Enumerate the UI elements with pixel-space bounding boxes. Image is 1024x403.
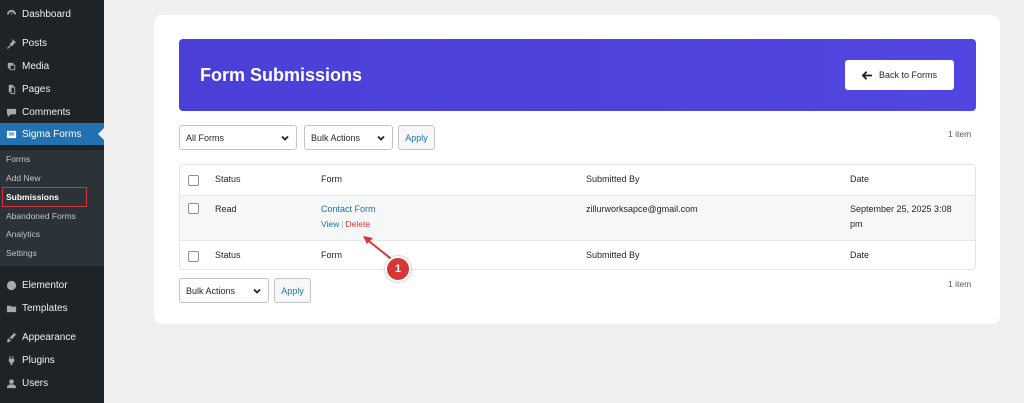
- menu-label: Dashboard: [22, 8, 71, 20]
- row-submitted-by: zillurworksapce@gmail.com: [586, 204, 698, 214]
- menu-label: Templates: [22, 302, 68, 314]
- column-header-submitted-by[interactable]: Submitted By: [586, 174, 640, 184]
- menu-posts[interactable]: Posts: [0, 32, 104, 54]
- menu-label: Users: [22, 377, 49, 389]
- menu-label: Plugins: [22, 354, 55, 366]
- dashboard-icon: [5, 8, 17, 20]
- row-date-line2: pm: [850, 219, 863, 229]
- bulk-actions-value: Bulk Actions: [186, 285, 236, 296]
- row-date-line1: September 25, 2025 3:08: [850, 204, 952, 214]
- menu-elementor[interactable]: Elementor: [0, 274, 104, 296]
- select-all-checkbox-footer[interactable]: [188, 251, 199, 262]
- submissions-highlight-box: [2, 187, 87, 207]
- form-filter-select[interactable]: All Forms: [179, 125, 297, 150]
- row-checkbox[interactable]: [188, 203, 199, 214]
- menu-label: Posts: [22, 37, 48, 49]
- page-header-banner: Form Submissions Back to Forms: [179, 39, 976, 111]
- table-row: [180, 195, 975, 241]
- plugin-icon: [5, 354, 17, 366]
- arrow-left-icon: [861, 70, 873, 80]
- submenu-add-new[interactable]: Add New: [6, 173, 41, 183]
- column-footer-status[interactable]: Status: [215, 250, 241, 260]
- apply-button[interactable]: Apply: [398, 125, 435, 150]
- select-all-checkbox[interactable]: [188, 175, 199, 186]
- submissions-table: Status Form Submitted By Date Read Conta…: [179, 164, 976, 270]
- menu-comments[interactable]: Comments: [0, 101, 104, 123]
- row-status: Read: [215, 204, 237, 214]
- menu-plugins[interactable]: Plugins: [0, 349, 104, 371]
- sigma-forms-submenu: Forms Add New Submissions Abandoned Form…: [0, 150, 104, 266]
- form-filter-value: All Forms: [186, 132, 224, 143]
- menu-label: Comments: [22, 106, 71, 118]
- bulk-actions-select[interactable]: Bulk Actions: [304, 125, 393, 150]
- column-header-status[interactable]: Status: [215, 174, 241, 184]
- annotation-badge: 1: [385, 256, 411, 282]
- row-form-link[interactable]: Contact Form: [321, 204, 376, 214]
- pin-icon: [5, 37, 17, 49]
- column-footer-submitted-by[interactable]: Submitted By: [586, 250, 640, 260]
- menu-media[interactable]: Media: [0, 55, 104, 77]
- submenu-analytics[interactable]: Analytics: [6, 229, 40, 239]
- menu-label: Elementor: [22, 279, 68, 291]
- menu-label: Appearance: [22, 331, 76, 343]
- comment-icon: [5, 106, 17, 118]
- chevron-down-icon: [376, 133, 386, 143]
- column-header-date[interactable]: Date: [850, 174, 869, 184]
- bulk-actions-value: Bulk Actions: [311, 132, 361, 143]
- chevron-down-icon: [252, 286, 262, 296]
- forms-icon: [5, 128, 17, 140]
- submenu-abandoned-forms[interactable]: Abandoned Forms: [6, 211, 76, 221]
- chevron-down-icon: [280, 133, 290, 143]
- menu-pages[interactable]: Pages: [0, 78, 104, 100]
- submenu-forms[interactable]: Forms: [6, 154, 30, 164]
- column-header-form[interactable]: Form: [321, 174, 342, 184]
- column-footer-form[interactable]: Form: [321, 250, 342, 260]
- view-link[interactable]: View: [321, 219, 339, 229]
- menu-sigma-forms[interactable]: Sigma Forms: [0, 123, 104, 145]
- media-icon: [5, 60, 17, 72]
- apply-button-bottom[interactable]: Apply: [274, 278, 311, 303]
- pages-icon: [5, 83, 17, 95]
- folder-icon: [5, 302, 17, 314]
- item-count: 1 item: [948, 129, 972, 139]
- submenu-settings[interactable]: Settings: [6, 248, 37, 258]
- menu-label: Pages: [22, 83, 51, 95]
- brush-icon: [5, 331, 17, 343]
- menu-users[interactable]: Users: [0, 372, 104, 394]
- menu-appearance[interactable]: Appearance: [0, 326, 104, 348]
- back-to-forms-button[interactable]: Back to Forms: [845, 60, 954, 90]
- menu-templates[interactable]: Templates: [0, 297, 104, 319]
- column-footer-date[interactable]: Date: [850, 250, 869, 260]
- menu-label: Media: [22, 60, 50, 72]
- admin-sidebar: Dashboard Posts Media Pages Comments Sig…: [0, 0, 104, 403]
- user-icon: [5, 377, 17, 389]
- menu-dashboard[interactable]: Dashboard: [0, 3, 104, 25]
- back-button-label: Back to Forms: [878, 70, 937, 80]
- bulk-actions-select-bottom[interactable]: Bulk Actions: [179, 278, 269, 303]
- item-count-bottom: 1 item: [948, 279, 972, 289]
- separator: |: [341, 219, 344, 229]
- elementor-icon: [5, 279, 17, 291]
- menu-label: Sigma Forms: [22, 128, 82, 140]
- page-title: Form Submissions: [200, 65, 363, 85]
